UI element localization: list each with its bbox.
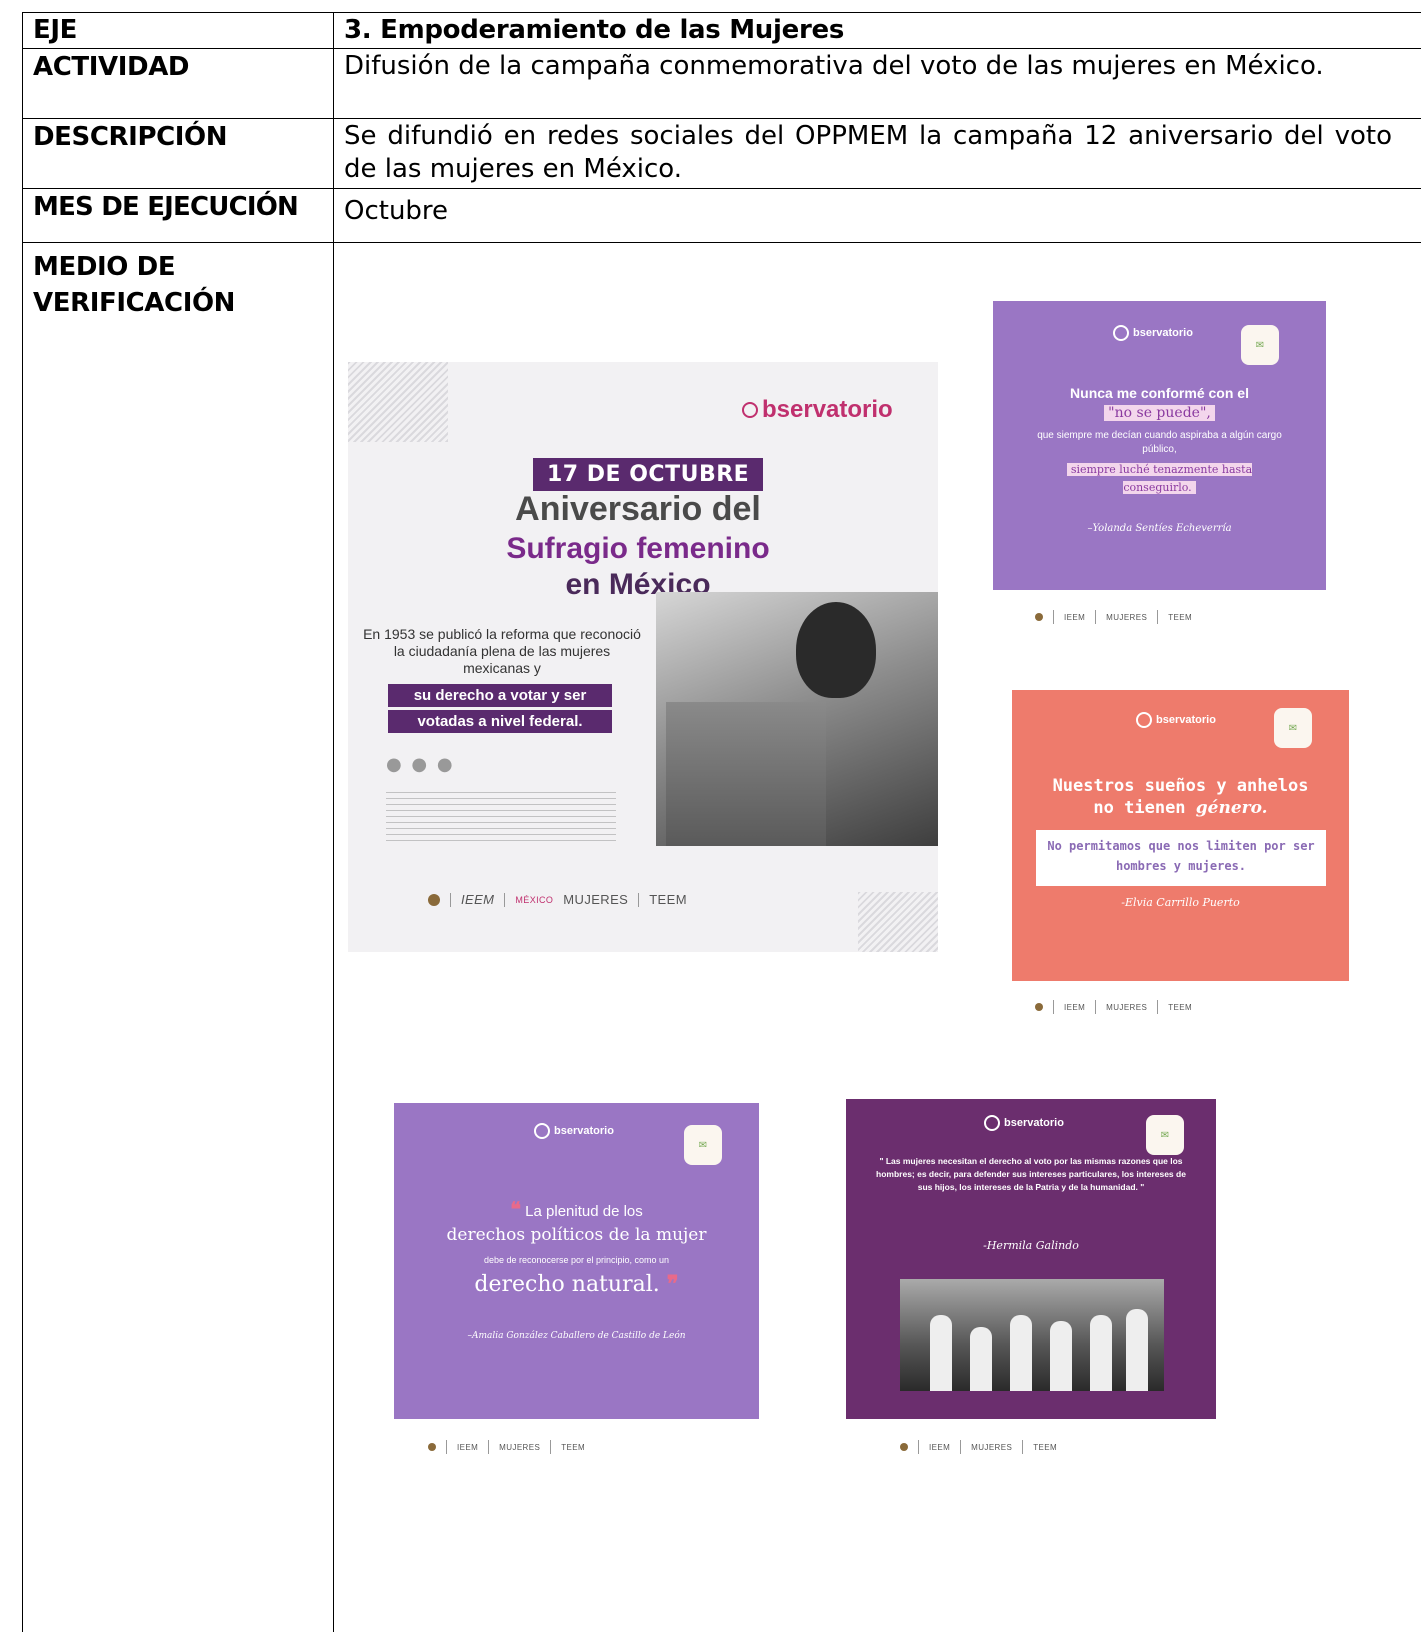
poster-band-2: votadas a nivel federal. <box>388 710 612 733</box>
quote-box: No permitamos que nos limiten por ser ho… <box>1036 830 1326 886</box>
observatorio-icon <box>742 402 758 418</box>
photo-ballot-box <box>666 702 826 846</box>
photo-figure <box>1010 1315 1032 1391</box>
ballot-box-icon: ✉ <box>1146 1115 1184 1155</box>
quote-post-elvia: bservatorio ✉ Nuestros sueños y anhelos … <box>1012 690 1349 981</box>
quote-line-2: derechos políticos de la mujer <box>446 1225 707 1245</box>
ballot-box-icon: ✉ <box>1241 325 1279 365</box>
quote-author: –Amalia González Caballero de Castillo d… <box>467 1331 686 1341</box>
ballot-box-icon: ✉ <box>684 1125 722 1165</box>
row-label-mes: MES DE EJECUCIÓN <box>33 192 299 222</box>
quote-highlight: "no se puede", <box>1013 405 1306 421</box>
quote-post-hermila: bservatorio ✉ " Las mujeres necesitan el… <box>846 1099 1216 1419</box>
sponsor-logos: IEEM MUJERES TEEM <box>1035 610 1192 624</box>
state-seal-icon <box>1035 1003 1043 1011</box>
sponsor-logos: IEEM MUJERES TEEM <box>428 1440 585 1454</box>
quote-line-1: Nunca me conformé con el <box>1070 385 1249 401</box>
quote-author: –Yolanda Sentíes Echeverría <box>1087 523 1232 534</box>
quote-author: -Elvia Carrillo Puerto <box>1121 896 1240 909</box>
photo-figure <box>1050 1321 1072 1391</box>
poster-body: En 1953 se publicó la reforma que recono… <box>363 626 641 676</box>
row-label-verificacion: VERIFICACIÓN <box>33 288 236 318</box>
observatorio-logo: bservatorio <box>742 396 893 424</box>
row-divider <box>22 242 1421 243</box>
quote-text: " Las mujeres necesitan el derecho al vo… <box>876 1156 1186 1192</box>
photo-figure <box>796 602 876 698</box>
sponsor-logos: IEEM MUJERES TEEM <box>900 1440 1057 1454</box>
quote-line-3: siempre luché tenazmente hasta conseguir… <box>1053 461 1266 497</box>
quote-line-1: ❝ La plenitud de los <box>510 1199 643 1221</box>
row-value-descripcion: Se difundió en redes sociales del OPPMEM… <box>344 121 1392 184</box>
state-seal-icon <box>428 893 440 906</box>
row-label-actividad: ACTIVIDAD <box>33 52 190 82</box>
photo-figure <box>930 1315 952 1391</box>
historic-photo <box>656 592 938 846</box>
fine-print <box>386 792 616 844</box>
row-value-actividad: Difusión de la campaña conmemorativa del… <box>344 51 1324 81</box>
campaign-poster-main: bservatorio 17 DE OCTUBRE Aniversario de… <box>348 362 938 952</box>
row-divider <box>22 118 1421 119</box>
observatorio-logo: bservatorio <box>984 1115 1064 1131</box>
quote-line-3: debe de reconocerse por el principio, co… <box>483 1255 670 1265</box>
observatorio-icon <box>1136 712 1152 728</box>
state-seal-icon <box>900 1443 908 1451</box>
observatorio-icon <box>984 1115 1000 1131</box>
quote-line-2: no tienen género. <box>1093 798 1268 818</box>
ellipsis-dots: ● ● ● <box>386 754 455 775</box>
texture-pattern <box>858 892 938 952</box>
poster-date: 17 DE OCTUBRE <box>533 458 764 491</box>
observatorio-icon <box>534 1123 550 1139</box>
column-divider <box>333 12 334 1632</box>
quote-post-yolanda: bservatorio ✉ Nunca me conformé con el "… <box>993 301 1326 590</box>
observatorio-icon <box>1113 325 1129 341</box>
quote-box-text: No permitamos que nos limiten por ser ho… <box>1047 839 1315 873</box>
row-value-mes: Octubre <box>344 196 449 226</box>
quote-line-1: Nuestros sueños y anhelos <box>1052 776 1309 796</box>
poster-title-2: Sufragio femenino <box>506 532 770 565</box>
poster-band-1: su derecho a votar y ser <box>388 684 612 707</box>
state-seal-icon <box>428 1443 436 1451</box>
texture-pattern <box>348 362 448 442</box>
quote-post-amalia: bservatorio ✉ ❝ La plenitud de los derec… <box>394 1103 759 1419</box>
row-value-eje: 3. Empoderamiento de las Mujeres <box>344 15 844 45</box>
sponsor-logos: IEEM MÉXICO MUJERES TEEM <box>428 892 687 907</box>
observatorio-logo: bservatorio <box>1136 712 1216 728</box>
poster-title-1: Aniversario del <box>515 490 761 528</box>
row-label-descripcion: DESCRIPCIÓN <box>33 122 228 152</box>
historic-photo <box>900 1279 1164 1391</box>
state-seal-icon <box>1035 613 1043 621</box>
photo-figure <box>970 1327 992 1391</box>
photo-figure <box>1126 1309 1148 1391</box>
sponsor-logos: IEEM MUJERES TEEM <box>1035 1000 1192 1014</box>
observatorio-logo: bservatorio <box>1113 325 1193 341</box>
column-divider <box>22 12 23 1632</box>
close-quote-icon: ❞ <box>666 1271 679 1297</box>
photo-figure <box>1090 1315 1112 1391</box>
open-quote-icon: ❝ <box>510 1199 521 1221</box>
row-label-eje: EJE <box>33 15 77 45</box>
quote-author: -Hermila Galindo <box>983 1239 1079 1252</box>
quote-line-4: derecho natural. ❞ <box>474 1271 679 1297</box>
quote-line-2: que siempre me decían cuando aspiraba a … <box>1037 430 1282 455</box>
row-label-medio: MEDIO DE <box>33 252 176 282</box>
ballot-box-icon: ✉ <box>1274 708 1312 748</box>
observatorio-logo: bservatorio <box>534 1123 614 1139</box>
